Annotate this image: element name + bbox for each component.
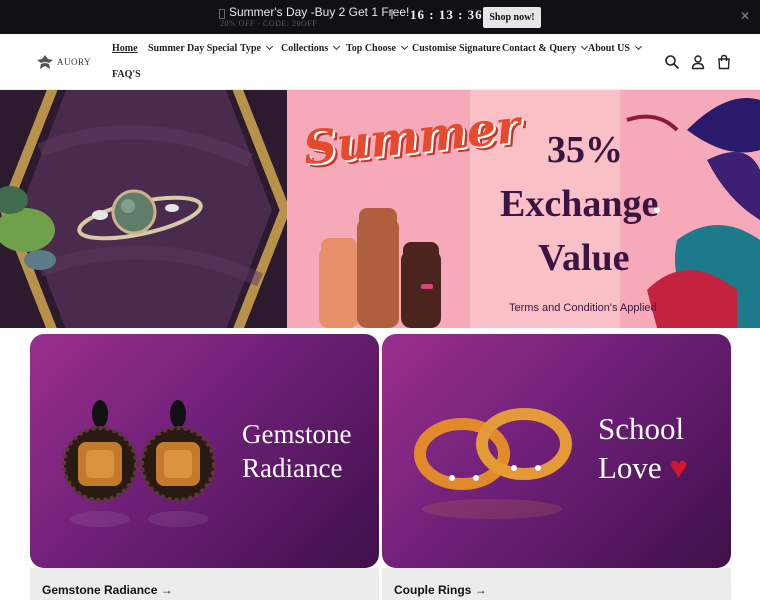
announcement-code: 20% OFF - CODE: 20OFF (220, 19, 318, 28)
announcement-marker (219, 9, 225, 19)
nav-item-customise-signature[interactable]: Customise Signature (412, 43, 500, 54)
collection-card-couple-rings[interactable]: School Love ♥ (382, 334, 731, 568)
site-header: AUORY Home Summer Day Special Type Colle… (0, 34, 760, 90)
card-title: Gemstone Radiance (242, 418, 351, 486)
nav-item-label: Top Choose (346, 43, 396, 54)
announcement-divider (391, 9, 393, 19)
hero-line-exchange: Exchange (500, 183, 659, 225)
card-title-line: Radiance (242, 452, 343, 483)
nav-item-summer-day-special[interactable]: Summer Day Special (148, 43, 237, 54)
summer-offer-panel: Summer 35% Exchange Value Terms and Cond… (287, 90, 760, 328)
account-icon[interactable] (690, 54, 706, 70)
nav-item-contact-query[interactable]: Contact & Query (502, 42, 589, 54)
chevron-down-icon (634, 42, 643, 51)
nav-item-top-choose[interactable]: Top Choose (346, 42, 408, 54)
shop-now-button[interactable]: Shop now! (483, 7, 541, 28)
hero-percent: 35% (547, 129, 623, 171)
card-title: School Love ♥ (598, 410, 688, 488)
nav-item-home[interactable]: Home (112, 43, 138, 54)
nav-item-label: Collections (281, 43, 329, 54)
brand-name: AUORY (57, 57, 92, 67)
announcement-promo: Summer's Day -Buy 2 Get 1 Free! (229, 5, 410, 19)
card-title-line: Love ♥ (598, 449, 688, 488)
nav-item-label: About US (588, 43, 630, 54)
hero-line-value: Value (538, 237, 630, 279)
card-title-line: Gemstone (242, 419, 352, 449)
card-link[interactable]: Gemstone Radiance → (42, 583, 173, 597)
hero-terms: Terms and Condition's Applied (509, 302, 657, 314)
search-icon[interactable] (664, 54, 680, 70)
hero-banner[interactable]: Summer 35% Exchange Value Terms and Cond… (0, 90, 760, 328)
card-title-line: School (598, 411, 685, 446)
announcement-bar: Summer's Day -Buy 2 Get 1 Free! 20% OFF … (0, 0, 760, 34)
ring-photo (0, 90, 287, 328)
card-title-text: Love (598, 449, 662, 485)
heart-icon: ♥ (669, 449, 688, 485)
nav-item-type[interactable]: Type (240, 42, 273, 54)
nav-item-faqs[interactable]: FAQ'S (112, 69, 141, 80)
collection-card-gemstone-radiance[interactable]: Gemstone Radiance (30, 334, 379, 568)
brand-logo[interactable]: AUORY (36, 54, 91, 70)
chevron-down-icon (333, 42, 341, 51)
chevron-down-icon (265, 42, 273, 51)
nav-item-label: Type (240, 43, 261, 54)
chevron-down-icon (400, 42, 408, 51)
nav-item-about-us[interactable]: About US (588, 42, 643, 54)
raised-fists-illustration (319, 208, 441, 328)
card-footer-couple-rings[interactable]: Couple Rings → (382, 568, 731, 600)
couple-rings-image (414, 408, 572, 519)
cart-icon[interactable] (716, 54, 732, 70)
ring-photo-illustration (0, 90, 287, 328)
earrings-image (62, 400, 216, 527)
nav-item-label: Contact & Query (502, 43, 577, 54)
card-link[interactable]: Couple Rings → (394, 583, 487, 597)
nav-item-collections[interactable]: Collections (281, 42, 341, 54)
close-icon[interactable]: ✕ (740, 9, 750, 23)
card-footer-gemstone-radiance[interactable]: Gemstone Radiance → (30, 568, 379, 600)
countdown-timer: 16 : 13 : 36 (410, 7, 483, 22)
logo-mark-icon (37, 55, 53, 69)
